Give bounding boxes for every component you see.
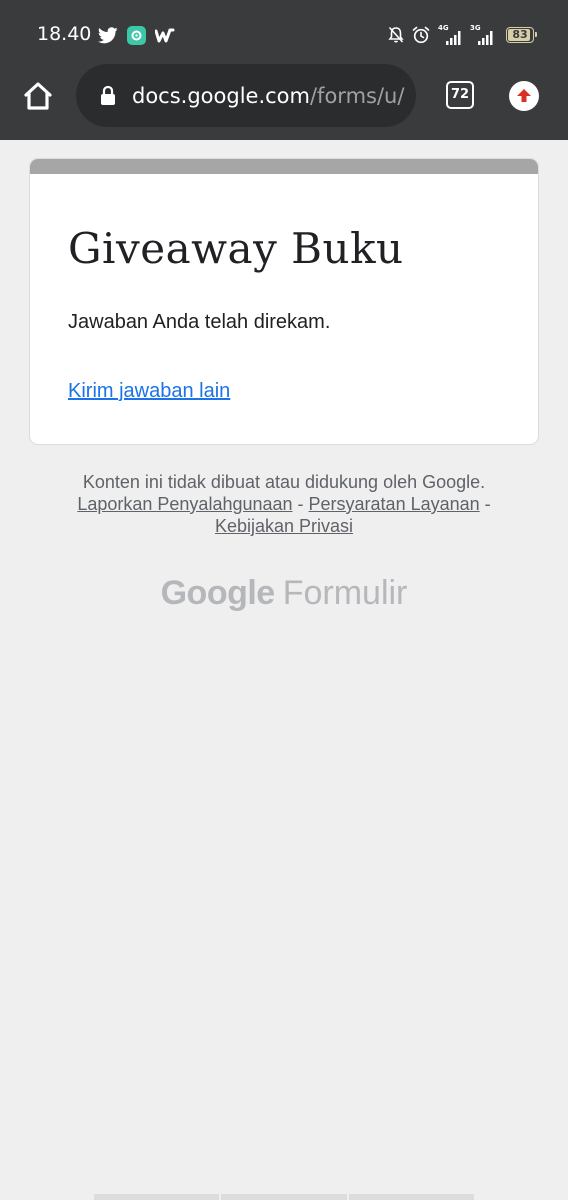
address-bar[interactable]: docs.google.com/forms/u/ (76, 64, 416, 127)
footer-links: Laporkan Penyalahgunaan - Persyaratan La… (29, 493, 539, 515)
bottom-bar-segment (94, 1194, 220, 1200)
alarm-icon (412, 26, 430, 44)
bottom-bar (94, 1194, 474, 1200)
lock-icon (100, 85, 116, 109)
form-card: Giveaway Buku Jawaban Anda telah direkam… (29, 158, 539, 445)
footer: Konten ini tidak dibuat atau didukung ol… (29, 471, 539, 537)
url-domain: docs.google.com (132, 84, 310, 108)
twitter-icon (98, 26, 118, 44)
notification-icons (98, 24, 175, 46)
confirmation-message: Jawaban Anda telah direkam. (68, 311, 331, 333)
battery-icon: 83 (506, 27, 537, 43)
footer-separator: - (479, 494, 491, 514)
url-text: docs.google.com/forms/u/ (132, 83, 404, 109)
report-abuse-link[interactable]: Laporkan Penyalahgunaan (77, 494, 292, 514)
signal-3g-icon: 3G (470, 24, 494, 45)
tab-switcher-button[interactable]: 72 (446, 81, 474, 109)
google-forms-logo[interactable]: Google Formulir (0, 573, 568, 613)
home-button[interactable] (20, 78, 56, 114)
signal-4g-icon: 4G (438, 24, 462, 45)
footer-separator: - (292, 494, 309, 514)
mute-bell-icon (388, 26, 404, 44)
browser-toolbar: docs.google.com/forms/u/ 72 (0, 62, 568, 140)
upload-arrow-icon (517, 89, 531, 102)
submit-another-response-link[interactable]: Kirim jawaban lain (68, 378, 230, 404)
status-bar: 18.40 4G 3G 83 (0, 0, 568, 62)
wattpad-icon (155, 27, 175, 43)
brand-google: Google (160, 574, 276, 612)
form-title: Giveaway Buku (68, 224, 404, 273)
bottom-bar-segment (348, 1194, 474, 1200)
footer-disclaimer: Konten ini tidak dibuat atau didukung ol… (82, 472, 486, 492)
card-accent-bar (30, 159, 538, 174)
url-path: /forms/u/ (309, 84, 405, 108)
privacy-policy-link[interactable]: Kebijakan Privasi (215, 516, 353, 536)
home-icon (24, 82, 52, 110)
system-status-icons: 4G 3G 83 (388, 24, 537, 46)
extension-button[interactable] (509, 81, 539, 111)
bottom-bar-segment (221, 1194, 347, 1200)
brand-product: Formulir (282, 574, 408, 612)
app-notification-icon (127, 25, 146, 45)
status-time: 18.40 (37, 23, 92, 45)
battery-percent: 83 (512, 28, 528, 41)
terms-of-service-link[interactable]: Persyaratan Layanan (309, 494, 480, 514)
